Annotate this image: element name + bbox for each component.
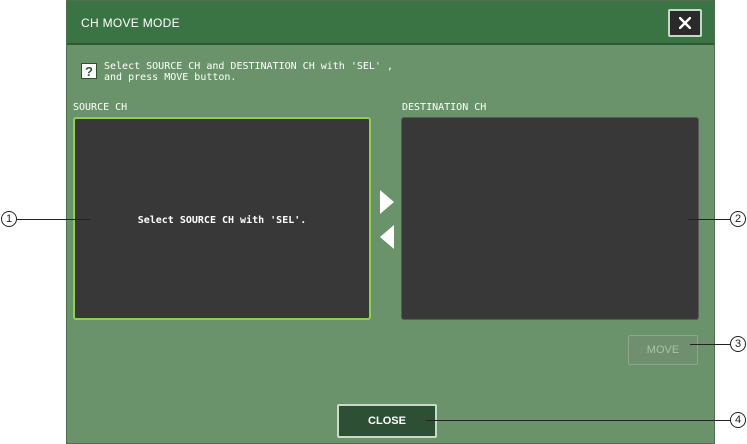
source-ch-label: SOURCE CH xyxy=(73,102,128,113)
destination-ch-panel[interactable] xyxy=(401,117,699,320)
destination-ch-label: DESTINATION CH xyxy=(402,102,487,113)
move-button[interactable]: MOVE xyxy=(628,335,698,365)
callout-1: 1 xyxy=(1,211,17,227)
callout-3: 3 xyxy=(730,336,746,352)
dialog-title: CH MOVE MODE xyxy=(81,16,180,30)
ch-move-mode-dialog: CH MOVE MODE ? Select SOURCE CH and DEST… xyxy=(66,0,715,444)
callout-1-line xyxy=(17,219,90,220)
callout-2-line xyxy=(688,219,730,220)
callout-3-line xyxy=(690,344,730,345)
help-icon: ? xyxy=(81,63,97,79)
close-icon xyxy=(679,17,691,29)
callout-4: 4 xyxy=(730,412,746,428)
source-ch-message: Select SOURCE CH with 'SEL'. xyxy=(137,215,307,226)
close-button[interactable]: CLOSE xyxy=(337,404,437,438)
source-ch-panel[interactable]: Select SOURCE CH with 'SEL'. xyxy=(73,117,371,320)
arrow-left-icon xyxy=(380,225,394,249)
arrow-right-icon xyxy=(380,190,394,214)
instructions-text: Select SOURCE CH and DESTINATION CH with… xyxy=(104,61,393,83)
close-x-button[interactable] xyxy=(668,9,702,37)
callout-4-line xyxy=(426,420,730,421)
callout-2: 2 xyxy=(730,211,746,227)
dialog-titlebar: CH MOVE MODE xyxy=(67,1,714,45)
